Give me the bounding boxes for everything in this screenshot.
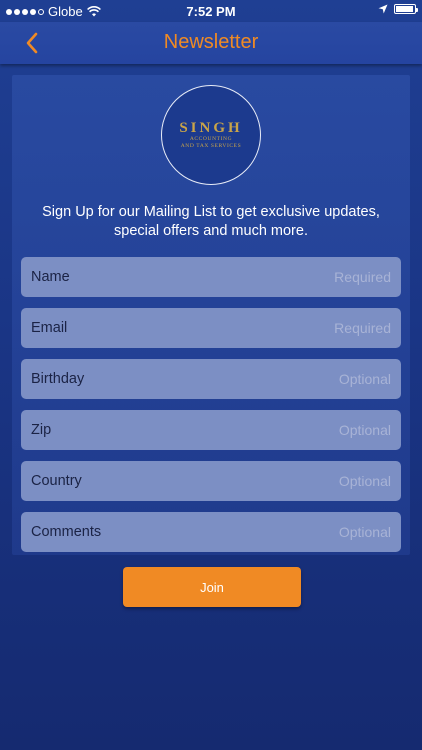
status-right bbox=[378, 4, 418, 14]
birthday-label: Birthday bbox=[31, 371, 85, 387]
join-button[interactable]: Join bbox=[123, 567, 301, 607]
birthday-input[interactable] bbox=[191, 371, 391, 387]
email-label: Email bbox=[31, 320, 68, 336]
comments-label: Comments bbox=[31, 524, 102, 540]
logo-sub-text-2: AND TAX SERVICES bbox=[180, 143, 242, 149]
birthday-field[interactable]: Birthday bbox=[21, 359, 401, 399]
name-input[interactable] bbox=[191, 269, 391, 285]
country-input[interactable] bbox=[191, 473, 391, 489]
singh-logo: SINGH ACCOUNTING AND TAX SERVICES bbox=[161, 85, 261, 185]
status-time: 7:52 PM bbox=[186, 4, 236, 19]
name-field[interactable]: Name bbox=[21, 257, 401, 297]
email-field[interactable]: Email bbox=[21, 308, 401, 348]
signup-form-panel: SINGH ACCOUNTING AND TAX SERVICES Sign U… bbox=[12, 75, 410, 555]
country-label: Country bbox=[31, 473, 82, 489]
comments-field[interactable]: Comments bbox=[21, 512, 401, 552]
location-arrow-icon bbox=[378, 4, 388, 14]
battery-fill bbox=[396, 6, 414, 12]
country-field[interactable]: Country bbox=[21, 461, 401, 501]
status-bar: Globe 7:52 PM bbox=[0, 0, 422, 22]
zip-label: Zip bbox=[31, 422, 52, 438]
page-title: Newsletter bbox=[163, 31, 259, 53]
logo-main-text: SINGH bbox=[179, 120, 243, 136]
email-input[interactable] bbox=[191, 320, 391, 336]
name-label: Name bbox=[31, 269, 70, 285]
intro-text: Sign Up for our Mailing List to get excl… bbox=[42, 204, 380, 239]
nav-bar: Newsletter bbox=[0, 22, 422, 64]
zip-input[interactable] bbox=[191, 422, 391, 438]
logo-sub-text-1: ACCOUNTING bbox=[189, 136, 233, 142]
battery-icon bbox=[394, 4, 418, 14]
comments-input[interactable] bbox=[191, 524, 391, 540]
zip-field[interactable]: Zip bbox=[21, 410, 401, 450]
